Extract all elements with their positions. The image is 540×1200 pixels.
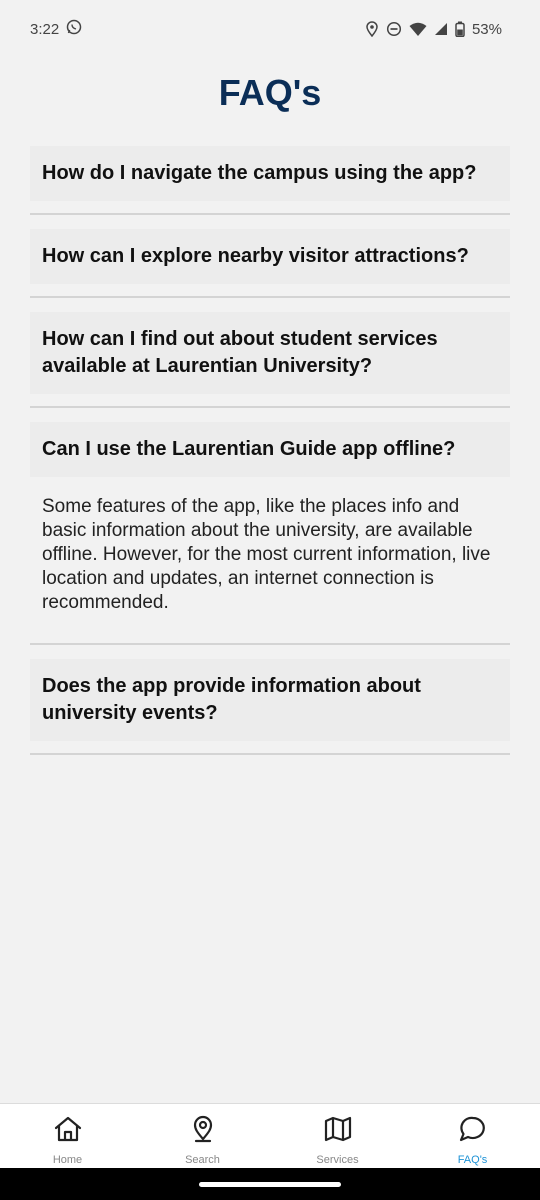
faq-item: Does the app provide information about u… bbox=[30, 659, 510, 755]
tab-home[interactable]: Home bbox=[0, 1104, 135, 1168]
map-pin-icon bbox=[188, 1114, 218, 1144]
status-bar-left: 3:22 bbox=[30, 19, 82, 39]
faq-question[interactable]: How can I explore nearby visitor attract… bbox=[30, 229, 510, 284]
home-icon bbox=[53, 1114, 83, 1144]
map-icon bbox=[323, 1114, 353, 1144]
tab-services[interactable]: Services bbox=[270, 1104, 405, 1168]
faq-item: How do I navigate the campus using the a… bbox=[30, 146, 510, 215]
battery-percent: 53% bbox=[471, 20, 502, 38]
battery-icon bbox=[455, 21, 465, 37]
status-bar-right: 53% bbox=[365, 21, 502, 38]
chat-icon bbox=[458, 1114, 488, 1144]
page-title: FAQ's bbox=[218, 72, 322, 113]
tab-search[interactable]: Search bbox=[135, 1104, 270, 1168]
status-time: 3:22 bbox=[30, 20, 60, 38]
dnd-icon bbox=[386, 21, 402, 37]
tab-faqs-label: FAQ's bbox=[457, 1154, 488, 1166]
faq-item: How can I find out about student service… bbox=[30, 312, 510, 408]
faq-list: How do I navigate the campus using the a… bbox=[30, 146, 510, 755]
faq-question[interactable]: Can I use the Laurentian Guide app offli… bbox=[30, 422, 510, 477]
location-icon bbox=[365, 21, 379, 37]
tab-services-label: Services bbox=[316, 1154, 359, 1166]
whatsapp-icon bbox=[66, 19, 82, 39]
bottom-tab-bar: Home Search Services FAQ's bbox=[0, 1103, 540, 1168]
tab-home-label: Home bbox=[52, 1154, 83, 1166]
system-nav-bar bbox=[0, 1168, 540, 1200]
tab-search-label: Search bbox=[185, 1154, 220, 1166]
status-bar: 3:22 53% bbox=[0, 0, 540, 58]
faq-question[interactable]: How do I navigate the campus using the a… bbox=[30, 146, 510, 201]
signal-icon bbox=[434, 22, 448, 36]
faq-item-expanded: Can I use the Laurentian Guide app offli… bbox=[30, 422, 510, 645]
faq-answer: Some features of the app, like the place… bbox=[42, 496, 491, 613]
home-gesture-handle[interactable] bbox=[199, 1181, 341, 1187]
faq-item: How can I explore nearby visitor attract… bbox=[30, 229, 510, 298]
wifi-icon bbox=[409, 22, 427, 37]
tab-faqs[interactable]: FAQ's bbox=[405, 1104, 540, 1168]
faq-question[interactable]: Does the app provide information about u… bbox=[30, 659, 510, 741]
faq-question[interactable]: How can I find out about student service… bbox=[30, 312, 510, 394]
